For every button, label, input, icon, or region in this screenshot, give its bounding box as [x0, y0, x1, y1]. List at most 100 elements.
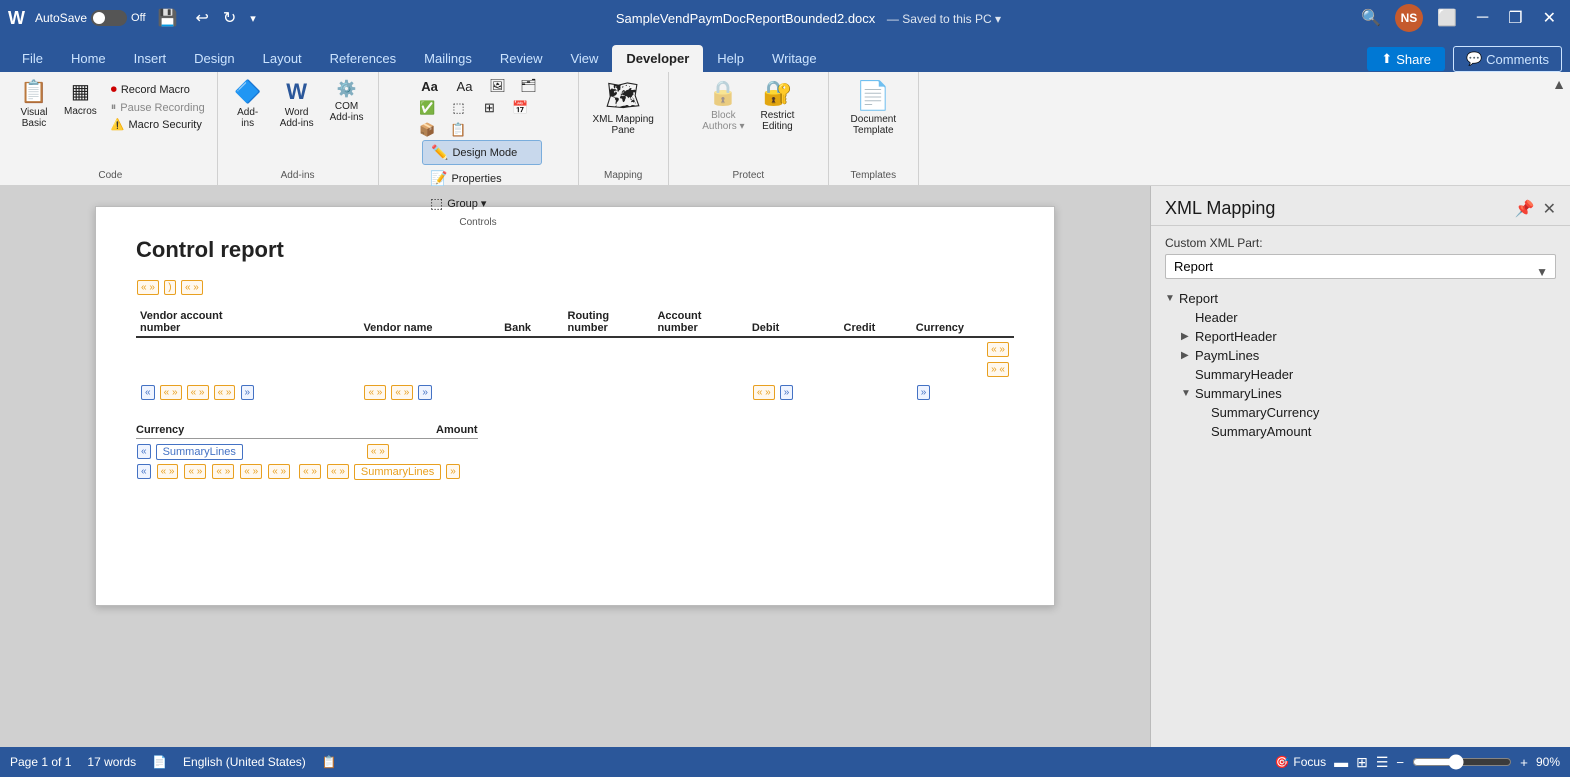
design-mode-button[interactable]: ✏️ Design Mode — [422, 140, 542, 165]
xml-panel-close-button[interactable]: ✕ — [1543, 199, 1556, 219]
cell-vendor-account-2: « « » « » « » » — [136, 381, 359, 404]
search-button[interactable]: 🔍 — [1355, 6, 1387, 30]
tab-insert[interactable]: Insert — [120, 45, 181, 72]
undo-button[interactable]: ↩ — [189, 6, 214, 30]
document-template-button[interactable]: 📄 DocumentTemplate — [845, 76, 903, 139]
picture-icon: 🖼 — [489, 78, 506, 94]
summary-row-1: « SummaryLines « » — [136, 443, 1014, 460]
web-layout-button[interactable]: ⊞ — [1356, 754, 1368, 771]
autosave-toggle[interactable] — [91, 10, 127, 26]
properties-button[interactable]: 📋 — [445, 120, 473, 140]
sc-tag-2: « » — [367, 444, 389, 459]
legacy-button[interactable]: 📦 — [414, 120, 442, 140]
record-macro-button[interactable]: ⏺ Record Macro — [107, 80, 209, 99]
tab-design[interactable]: Design — [180, 45, 248, 72]
group-button[interactable]: ⬚ Group ▾ — [422, 192, 542, 215]
tab-writage[interactable]: Writage — [758, 45, 831, 72]
avatar[interactable]: NS — [1395, 4, 1423, 32]
tab-view[interactable]: View — [556, 45, 612, 72]
save-button[interactable]: 💾 — [152, 6, 184, 30]
col-vendor-account: Vendor accountnumber — [136, 308, 359, 337]
checkbox-icon: ✅ — [419, 100, 435, 116]
xml-panel-body: Custom XML Part: Report ▼ ▼ Report Heade… — [1151, 226, 1570, 747]
com-addins-button[interactable]: ⚙️ COMAdd-ins — [324, 76, 370, 126]
redo-button[interactable]: ↻ — [217, 6, 242, 30]
autosave-control[interactable]: AutoSave Off — [35, 10, 146, 26]
zoom-out-button[interactable]: − — [1396, 755, 1404, 770]
rich-text-button[interactable]: Aa — [414, 77, 446, 96]
cell-debit-2: « » » — [748, 381, 840, 404]
mapping-group-inner: 🗺 XML MappingPane — [587, 76, 660, 168]
xml-mapping-icon: 🗺 — [605, 79, 641, 112]
tab-references[interactable]: References — [316, 45, 410, 72]
legacy-icon: 📦 — [419, 122, 435, 138]
summary-lines-label-2: SummaryLines — [354, 464, 441, 480]
status-bar: Page 1 of 1 17 words 📄 English (United S… — [0, 747, 1570, 777]
plain-text-button[interactable]: Aa — [449, 77, 481, 96]
tree-item-header[interactable]: Header — [1165, 308, 1556, 327]
protect-group-label: Protect — [732, 170, 764, 181]
tab-home[interactable]: Home — [57, 45, 120, 72]
print-layout-button[interactable]: ▬ — [1334, 754, 1348, 770]
properties-ribbon-button[interactable]: 📝 Properties — [422, 167, 542, 190]
tree-label-summarylines: SummaryLines — [1195, 386, 1282, 401]
ribbon-display-button[interactable]: ⬜ — [1431, 6, 1463, 30]
tree-item-report[interactable]: ▼ Report — [1165, 289, 1556, 308]
share-button[interactable]: ⬆ Share — [1367, 47, 1445, 71]
date-picker-button[interactable]: 📅 — [507, 98, 535, 118]
tab-mailings[interactable]: Mailings — [410, 45, 486, 72]
document-area[interactable]: Control report « » ) « » Vendor accountn… — [0, 186, 1150, 747]
pause-recording-button[interactable]: ⏸ Pause Recording — [107, 99, 209, 116]
restore-button[interactable]: ❐ — [1502, 6, 1528, 30]
building-block-button[interactable]: 🗂 — [515, 76, 543, 96]
ribbon-group-code: 📋 VisualBasic ▦ Macros ⏺ Record Macro ⏸ … — [4, 72, 218, 185]
tab-layout[interactable]: Layout — [249, 45, 316, 72]
checkbox-button[interactable]: ✅ — [414, 98, 442, 118]
tab-help[interactable]: Help — [703, 45, 758, 72]
customize-qat-button[interactable]: ▾ — [244, 6, 262, 30]
minimize-button[interactable]: ─ — [1471, 7, 1494, 29]
addins-button[interactable]: 🔷 Add-ins — [226, 76, 270, 132]
date-picker-icon: 📅 — [512, 100, 528, 116]
picture-button[interactable]: 🖼 — [484, 76, 512, 96]
ribbon-collapse-button[interactable]: ▲ — [1552, 76, 1566, 92]
tree-item-summaryheader[interactable]: SummaryHeader — [1165, 365, 1556, 384]
sc-tag-4: « » — [157, 464, 179, 479]
ribbon-group-protect: 🔒 BlockAuthors ▾ 🔐 RestrictEditing Prote… — [669, 72, 829, 185]
sc-tag-9: « » — [299, 464, 321, 479]
zoom-slider[interactable] — [1412, 754, 1512, 770]
combo-box-button[interactable]: ⬚ — [445, 98, 473, 118]
dropdown-button[interactable]: ⊞ — [476, 98, 504, 118]
tree-item-paymlines[interactable]: ▶ PaymLines — [1165, 346, 1556, 365]
close-button[interactable]: ✕ — [1537, 6, 1562, 30]
tab-developer[interactable]: Developer — [612, 45, 703, 72]
tree-item-summarylines[interactable]: ▼ SummaryLines — [1165, 384, 1556, 403]
controls-row1: Aa Aa 🖼 🗂 — [414, 76, 543, 96]
comments-button[interactable]: 💬 Comments — [1453, 46, 1562, 72]
word-addins-button[interactable]: W WordAdd-ins — [274, 76, 320, 132]
macros-icon: ▦ — [71, 79, 90, 104]
read-view-button[interactable]: ☰ — [1376, 754, 1389, 771]
protect-group-inner: 🔒 BlockAuthors ▾ 🔐 RestrictEditing — [696, 76, 800, 168]
block-authors-button[interactable]: 🔒 BlockAuthors ▾ — [696, 76, 750, 135]
macro-security-button[interactable]: ⚠️ Macro Security — [107, 116, 209, 133]
tree-item-summarycurrency[interactable]: SummaryCurrency — [1165, 403, 1556, 422]
tree-item-summaryamount[interactable]: SummaryAmount — [1165, 422, 1556, 441]
tree-item-reportheader[interactable]: ▶ ReportHeader — [1165, 327, 1556, 346]
xml-panel-pin-button[interactable]: 📌 — [1515, 199, 1535, 219]
summary-row-2: « « » « » « » « » « » « » « » SummaryLin… — [136, 463, 1014, 480]
tab-file[interactable]: File — [8, 45, 57, 72]
xml-part-select[interactable]: Report — [1165, 254, 1556, 279]
code-group-inner: 📋 VisualBasic ▦ Macros ⏺ Record Macro ⏸ … — [12, 76, 209, 168]
addins-icon: 🔷 — [234, 79, 261, 105]
macros-button[interactable]: ▦ Macros — [58, 76, 103, 132]
cc-name-2: « » — [391, 385, 413, 400]
addins-group-inner: 🔷 Add-ins W WordAdd-ins ⚙️ COMAdd-ins — [226, 76, 370, 168]
restrict-editing-button[interactable]: 🔐 RestrictEditing — [755, 76, 801, 135]
xml-mapping-pane-button[interactable]: 🗺 XML MappingPane — [587, 76, 660, 139]
visual-basic-button[interactable]: 📋 VisualBasic — [12, 76, 56, 132]
filename: SampleVendPaymDocReportBounded2.docx — [616, 11, 875, 26]
focus-button[interactable]: 🎯 Focus — [1274, 755, 1326, 769]
zoom-in-button[interactable]: + — [1520, 755, 1528, 770]
tab-review[interactable]: Review — [486, 45, 557, 72]
